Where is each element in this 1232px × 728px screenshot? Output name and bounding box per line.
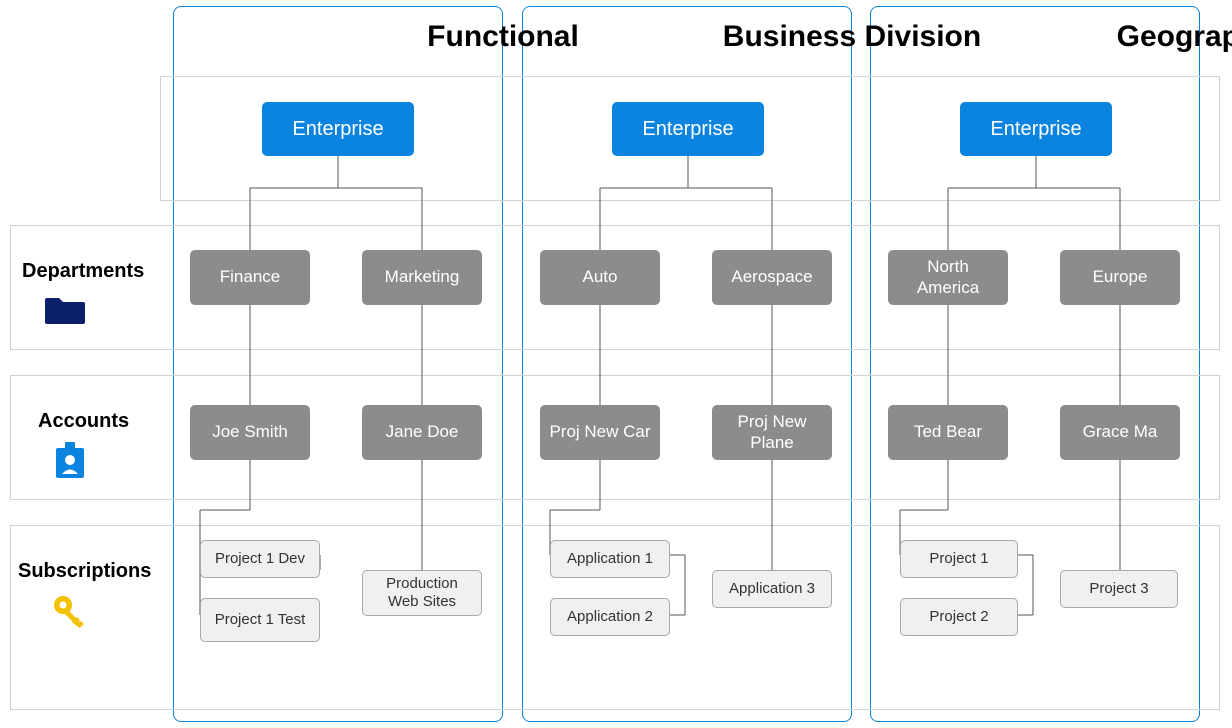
column-title-business: Business Division <box>687 20 1017 54</box>
subscription-node: Project 1 Test <box>200 598 320 642</box>
department-node: North America <box>888 250 1008 305</box>
department-node: Auto <box>540 250 660 305</box>
enterprise-node: Enterprise <box>612 102 764 156</box>
subscription-node: Project 1 <box>900 540 1018 578</box>
department-node: Aerospace <box>712 250 832 305</box>
enterprise-node: Enterprise <box>960 102 1112 156</box>
subscription-node: Project 3 <box>1060 570 1178 608</box>
department-node: Finance <box>190 250 310 305</box>
subscription-node: Project 2 <box>900 598 1018 636</box>
column-title-geographic: Geographic <box>1035 20 1232 54</box>
subscription-node: Production Web Sites <box>362 570 482 616</box>
row-label-accounts: Accounts <box>38 410 129 433</box>
column-title-functional: Functional <box>338 20 668 54</box>
department-node: Marketing <box>362 250 482 305</box>
subscription-node: Application 2 <box>550 598 670 636</box>
account-node: Grace Ma <box>1060 405 1180 460</box>
account-node: Proj New Plane <box>712 405 832 460</box>
subscription-node: Project 1 Dev <box>200 540 320 578</box>
account-node: Ted Bear <box>888 405 1008 460</box>
account-node: Jane Doe <box>362 405 482 460</box>
subscription-node: Application 3 <box>712 570 832 608</box>
account-node: Proj New Car <box>540 405 660 460</box>
subscription-node: Application 1 <box>550 540 670 578</box>
department-node: Europe <box>1060 250 1180 305</box>
badge-icon <box>52 442 88 482</box>
enterprise-node: Enterprise <box>262 102 414 156</box>
folder-icon <box>45 292 85 326</box>
row-label-subscriptions: Subscriptions <box>18 560 151 583</box>
key-icon <box>50 592 90 632</box>
account-node: Joe Smith <box>190 405 310 460</box>
row-label-departments: Departments <box>22 260 144 283</box>
